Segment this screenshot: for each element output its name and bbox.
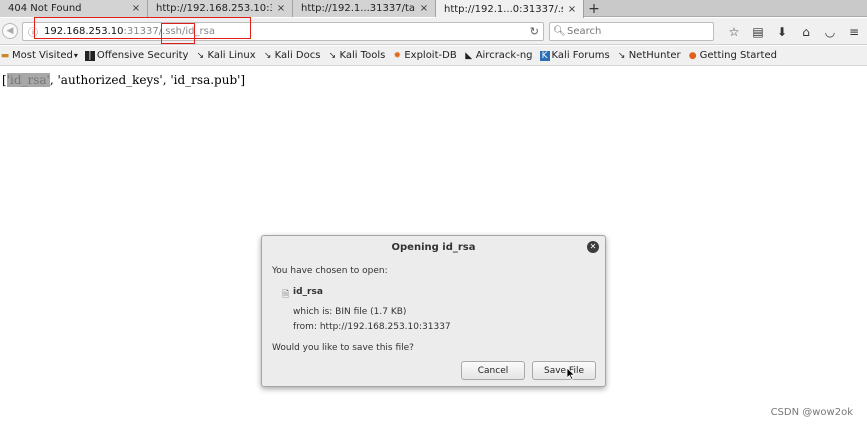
mouse-cursor-icon [567, 368, 575, 380]
bookmarks-toolbar: ▬ Most Visited ▾ | Offensive Security ↘ … [0, 46, 867, 66]
kali-icon: ↘ [328, 50, 337, 61]
back-arrow-icon: ◀ [6, 26, 14, 36]
selected-text: 'id_rsa' [6, 73, 50, 87]
chevron-down-icon: ▾ [73, 51, 78, 60]
firefox-icon: ● [688, 50, 697, 61]
tab-404[interactable]: 404 Not Found × [0, 0, 148, 17]
tab-label: http://192.168.253.10:31... [156, 3, 272, 14]
browser-window: 404 Not Found × http://192.168.253.10:31… [0, 0, 867, 429]
tab-taxes[interactable]: http://192.1...31337/taxes/ × [293, 0, 436, 17]
dialog-title: Opening id_rsa [391, 242, 476, 253]
dialog-filename: id_rsa [293, 287, 323, 297]
close-icon[interactable]: ✕ [587, 241, 599, 253]
bookmark-most-visited[interactable]: ▬ Most Visited ▾ [0, 50, 78, 61]
reload-icon[interactable]: ↻ [530, 25, 539, 38]
bookmark-nethunter[interactable]: ↘ NetHunter [617, 50, 681, 61]
bookmark-label: Kali Tools [339, 50, 386, 61]
bookmark-label: Kali Forums [551, 50, 610, 61]
close-icon[interactable]: × [567, 4, 577, 15]
search-bar[interactable]: 🔍︎ [549, 22, 714, 41]
pocket-icon[interactable]: ◡ [818, 22, 842, 41]
menu-icon[interactable]: ≡ [842, 22, 866, 41]
clipboard-icon[interactable]: ▤ [746, 22, 770, 41]
dialog-source: from: http://192.168.253.10:31337 [293, 322, 451, 332]
bookmark-label: Aircrack-ng [475, 50, 533, 61]
watermark-text: CSDN @wow2ok [770, 407, 853, 418]
save-file-button[interactable]: Save File [532, 361, 596, 380]
close-icon[interactable]: × [276, 3, 286, 14]
close-icon[interactable]: × [419, 3, 429, 14]
kali-icon: ↘ [263, 50, 272, 61]
bookmark-label: Kali Linux [207, 50, 256, 61]
highlight-box-filename [161, 23, 195, 44]
file-icon: 🗎︎ [282, 290, 290, 300]
home-icon[interactable]: ⌂ [794, 22, 818, 41]
forum-icon: K [539, 50, 550, 61]
tab-label: http://192.1...0:31337/.ssh [444, 3, 563, 15]
bookmark-getting-started[interactable]: ● Getting Started [688, 50, 777, 61]
cancel-button[interactable]: Cancel [461, 361, 525, 380]
bookmark-offensive-security[interactable]: | Offensive Security [84, 50, 189, 61]
download-icon[interactable]: ⬇ [770, 22, 794, 41]
new-tab-button[interactable]: + [584, 0, 604, 17]
bookmark-exploit-db[interactable]: ✹ Exploit-DB [392, 50, 457, 61]
dialog-question: Would you like to save this file? [272, 343, 414, 353]
file-list-rest: , 'authorized_keys', 'id_rsa.pub'] [49, 73, 246, 87]
bookmark-star-icon[interactable]: ☆ [722, 22, 746, 41]
bookmark-kali-linux[interactable]: ↘ Kali Linux [195, 50, 256, 61]
tab-label: 404 Not Found [8, 3, 82, 14]
bookmark-aircrack-ng[interactable]: ◣ Aircrack-ng [464, 50, 533, 61]
bookmark-label: NetHunter [628, 50, 681, 61]
bookmark-label: Exploit-DB [404, 50, 457, 61]
offsec-icon: | [84, 50, 95, 61]
dialog-filetype: which is: BIN file (1.7 KB) [293, 307, 407, 317]
tab-bar: 404 Not Found × http://192.168.253.10:31… [0, 0, 867, 18]
close-icon[interactable]: × [131, 3, 141, 14]
search-icon: 🔍︎ [553, 26, 566, 37]
kali-icon: ↘ [196, 50, 205, 61]
bookmark-label: Getting Started [699, 50, 777, 61]
file-list-text: ['id_rsa', 'authorized_keys', 'id_rsa.pu… [2, 73, 245, 87]
bookmark-kali-docs[interactable]: ↘ Kali Docs [263, 50, 321, 61]
open-file-dialog: Opening id_rsa ✕ You have chosen to open… [261, 235, 606, 387]
kali-icon: ↘ [617, 50, 626, 61]
tab-root[interactable]: http://192.168.253.10:31... × [148, 0, 293, 17]
bookmark-label: Most Visited [12, 50, 73, 61]
exploitdb-icon: ✹ [393, 50, 402, 61]
search-input[interactable] [567, 26, 707, 37]
bookmark-label: Offensive Security [96, 50, 189, 61]
bookmark-kali-forums[interactable]: K Kali Forums [539, 50, 610, 61]
tab-ssh[interactable]: http://192.1...0:31337/.ssh × [436, 0, 584, 18]
tab-label: http://192.1...31337/taxes/ [301, 3, 415, 14]
dialog-chosen-text: You have chosen to open: [272, 266, 388, 276]
bookmark-kali-tools[interactable]: ↘ Kali Tools [327, 50, 386, 61]
aircrack-icon: ◣ [465, 50, 473, 61]
bookmark-label: Kali Docs [274, 50, 321, 61]
bracket-open: [ [2, 73, 7, 87]
folder-icon: ▬ [0, 50, 10, 61]
highlight-box-url [34, 17, 251, 39]
toolbar-icons: ☆ ▤ ⬇ ⌂ ◡ ≡ [722, 22, 866, 41]
back-button[interactable]: ◀ [2, 23, 18, 39]
